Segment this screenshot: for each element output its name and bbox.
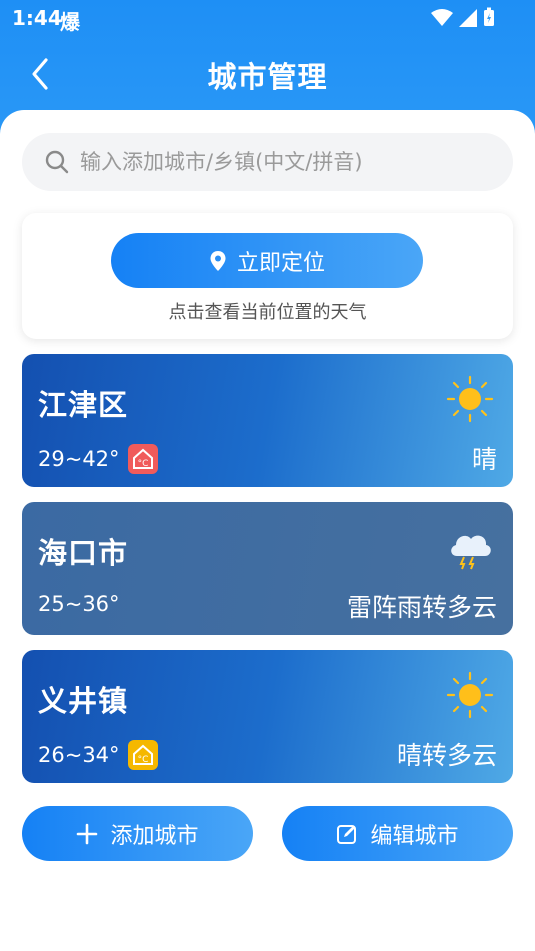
city-weather: 晴转多云	[396, 741, 497, 770]
city-name: 江津区	[38, 388, 129, 422]
location-pin-icon	[210, 250, 226, 271]
search-icon	[45, 150, 69, 174]
locate-now-button[interactable]: 立即定位	[111, 233, 423, 288]
search-bar[interactable]	[22, 133, 513, 191]
locate-hint: 点击查看当前位置的天气	[168, 302, 367, 323]
status-icons	[431, 7, 495, 32]
sun-icon	[446, 375, 494, 423]
add-city-label: 添加城市	[110, 823, 199, 849]
plus-icon	[77, 823, 98, 844]
edit-city-label: 编辑城市	[370, 823, 459, 849]
city-temp-text: 26~34°	[38, 743, 120, 767]
city-temp-text: 29~42°	[38, 447, 120, 471]
city-weather: 雷阵雨转多云	[346, 593, 497, 622]
svg-text:°C: °C	[137, 459, 148, 469]
edit-city-button[interactable]: 编辑城市	[282, 806, 513, 861]
warm-home-icon: °C	[127, 740, 158, 770]
city-temp-range: 26~34° °C	[38, 740, 158, 770]
search-input[interactable]	[80, 150, 480, 174]
city-card[interactable]: 海口市 25~36° 雷阵雨转多云	[22, 502, 513, 635]
city-temp-range: 29~42° °C	[38, 444, 158, 474]
locate-now-label: 立即定位	[236, 250, 325, 276]
thunder-cloud-icon	[451, 535, 491, 570]
city-name: 海口市	[38, 536, 129, 570]
status-bar: 1:44 爆	[0, 0, 535, 36]
add-city-button[interactable]: 添加城市	[22, 806, 253, 861]
wifi-icon	[431, 8, 453, 32]
city-temp-text: 25~36°	[38, 592, 120, 616]
page-title: 城市管理	[207, 60, 328, 94]
nav-bar: 城市管理	[0, 44, 535, 104]
signal-icon	[459, 8, 477, 32]
locate-card: 立即定位 点击查看当前位置的天气	[22, 213, 513, 339]
city-name: 义井镇	[38, 684, 129, 718]
city-card[interactable]: 义井镇 26~34° °C 晴转多云	[22, 650, 513, 783]
status-extra-glyph: 爆	[60, 10, 80, 34]
hot-home-icon: °C	[127, 444, 158, 474]
city-temp-range: 25~36°	[38, 592, 120, 616]
status-time: 1:44	[12, 6, 62, 30]
edit-icon	[337, 824, 357, 844]
city-card[interactable]: 江津区 29~42° °C 晴	[22, 354, 513, 487]
city-weather: 晴	[471, 445, 497, 474]
battery-icon	[483, 7, 495, 32]
sun-icon	[446, 671, 494, 719]
svg-text:°C: °C	[137, 755, 148, 765]
